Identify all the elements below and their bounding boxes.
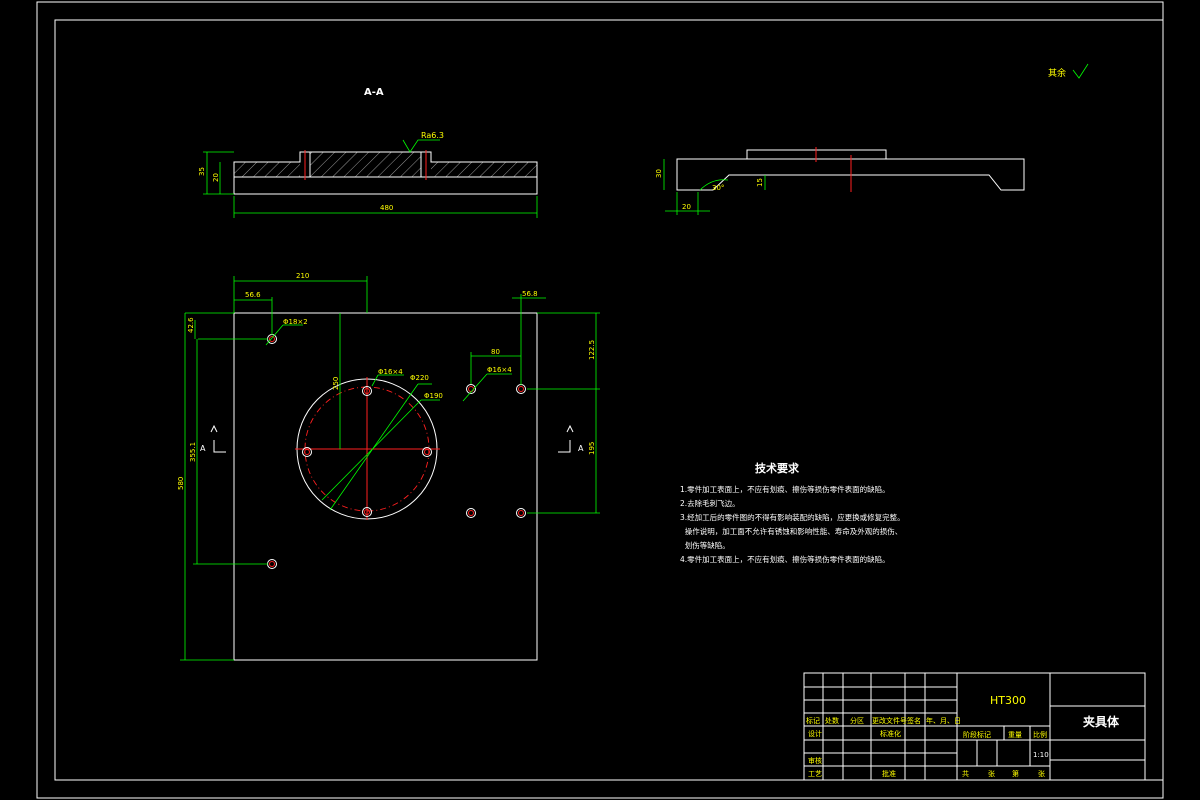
tech-line: 划伤等缺陷。 <box>680 540 730 550</box>
tech-line: 2.去除毛刺飞边。 <box>680 498 740 508</box>
dim-hole-small-left: Φ18×2 <box>283 318 308 326</box>
roughness-note: 其余 <box>1048 63 1089 79</box>
section-arrow-right-icon <box>566 424 574 433</box>
dim-hole-4: Φ16×4 <box>378 368 403 376</box>
row-label-mark: 标记 <box>806 716 820 725</box>
design-label: 设计 <box>808 729 822 738</box>
title-block: HT300 夹具体 标记 处数 分区 更改文件号 签名 年、月、日 设计 标准化… <box>803 672 1146 781</box>
scale-value: 1:10 <box>1033 751 1049 759</box>
approve-label: 批准 <box>882 769 896 778</box>
dim-top-210: 210 <box>296 272 309 280</box>
dim-center-250: 250 <box>332 377 340 390</box>
weight-label: 重量 <box>1008 731 1022 739</box>
row-label-zone: 分区 <box>850 716 864 725</box>
tech-line: 4.零件加工表面上，不应有划痕、擦伤等损伤零件表面的缺陷。 <box>680 554 890 564</box>
dim-center-80: 80 <box>491 348 500 356</box>
dim-side-height-base: 20 <box>212 173 220 182</box>
roughness-value: Ra6.3 <box>421 131 444 140</box>
row-label-sign: 签名 <box>907 716 921 725</box>
sheet-no-label: 第 <box>1012 769 1019 778</box>
section-label: A-A <box>364 87 384 98</box>
standard-label: 标准化 <box>880 729 901 738</box>
section-plate-base <box>233 176 538 195</box>
dim-left-580: 580 <box>177 477 185 490</box>
hatched-region-left <box>234 162 300 177</box>
dim-side-height-total: 35 <box>198 167 206 176</box>
dim-right-195: 195 <box>588 442 596 455</box>
dim-bore-220: Φ220 <box>410 374 429 382</box>
sheet-unit-label-2: 张 <box>1038 769 1045 778</box>
sheet-total-label: 共 <box>962 769 969 778</box>
dim-right-122-5: 122.5 <box>588 340 596 360</box>
hatched-region-right <box>431 162 537 177</box>
row-label-change-doc: 更改文件号 <box>872 716 907 725</box>
tech-title: 技术要求 <box>755 461 800 475</box>
section-marker-right-icon <box>558 440 571 453</box>
row-label-count: 处数 <box>825 716 839 725</box>
hole-left-bottom <box>267 559 277 569</box>
hatched-region-mid <box>310 152 421 177</box>
section-arrow-left-icon <box>210 424 218 433</box>
tech-line: 3.经加工后的零件图的不得有影响装配的缺陷，应更换或修复完整。 <box>680 512 905 522</box>
row-label-date: 年、月、日 <box>926 716 961 725</box>
dim-leader <box>321 399 422 501</box>
dim-right-width: 20 <box>682 203 691 211</box>
inner-frame <box>54 19 1164 781</box>
dim-side-width: 480 <box>380 204 393 212</box>
sheet-unit-label: 张 <box>988 769 995 778</box>
dim-top-56-6: 56.6 <box>245 291 261 299</box>
tech-line: 操作说明，加工面不允许有锈蚀和影响性能、寿命及外观的损伤、 <box>680 526 902 536</box>
plan-view: 210 56.6 56.8 42.6 Φ18×2 250 80 Φ16×4 Φ1… <box>177 272 600 661</box>
scale-label: 比例 <box>1033 730 1047 739</box>
dim-bore-190: Φ190 <box>424 392 443 400</box>
section-mark-right: A <box>578 444 584 453</box>
review-label: 审核 <box>808 756 822 765</box>
tech-requirements: 技术要求 1.零件加工表面上，不应有划痕、擦伤等损伤零件表面的缺陷。 2.去除毛… <box>680 461 905 564</box>
process-label: 工艺 <box>808 770 822 778</box>
dim-right-angle: 30° <box>712 184 724 192</box>
dim-left-355-1: 355.1 <box>189 442 197 462</box>
dim-leader <box>265 324 284 346</box>
dim-top-56-8: 56.8 <box>522 290 538 298</box>
dim-right-depth: 15 <box>756 178 764 187</box>
dim-hole-small-4: Φ16×4 <box>487 366 512 374</box>
cad-drawing: A-A 其余 Ra6.3 35 20 480 30 15 30° 20 210 … <box>36 1 1164 799</box>
part-name: 夹具体 <box>1083 714 1120 729</box>
section-marker-left-icon <box>213 440 226 453</box>
roughness-note-text: 其余 <box>1048 67 1066 79</box>
section-mark-left: A <box>200 444 206 453</box>
roughness-symbol-icon <box>402 139 440 153</box>
section-view: Ra6.3 35 20 480 <box>198 131 538 218</box>
outer-frame <box>36 1 1164 799</box>
dim-left-42-6: 42.6 <box>187 317 195 333</box>
hole-right-4 <box>516 508 526 518</box>
hole-right-2 <box>516 384 526 394</box>
tech-line: 1.零件加工表面上，不应有划痕、擦伤等损伤零件表面的缺陷。 <box>680 484 890 494</box>
material-label: HT300 <box>990 694 1026 707</box>
right-side-view: 30 15 30° 20 <box>655 147 1025 215</box>
dim-leader <box>371 374 379 387</box>
dim-right-height: 30 <box>655 169 663 178</box>
roughness-tick-icon <box>1072 63 1089 79</box>
hole-right-3 <box>466 508 476 518</box>
stage-label: 阶段标记 <box>963 730 991 739</box>
